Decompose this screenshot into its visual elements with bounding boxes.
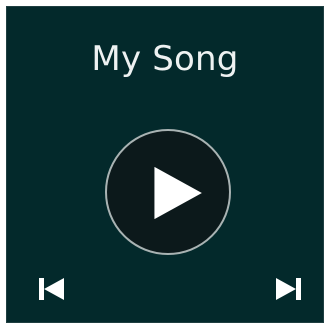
next-track-button[interactable] — [272, 275, 304, 303]
skip-previous-icon — [39, 278, 64, 300]
previous-track-button[interactable] — [36, 275, 68, 303]
skip-next-icon — [276, 278, 301, 300]
song-title: My Song — [91, 39, 239, 79]
play-icon — [154, 166, 202, 220]
play-button[interactable] — [105, 129, 231, 255]
music-player: My Song — [6, 6, 324, 323]
